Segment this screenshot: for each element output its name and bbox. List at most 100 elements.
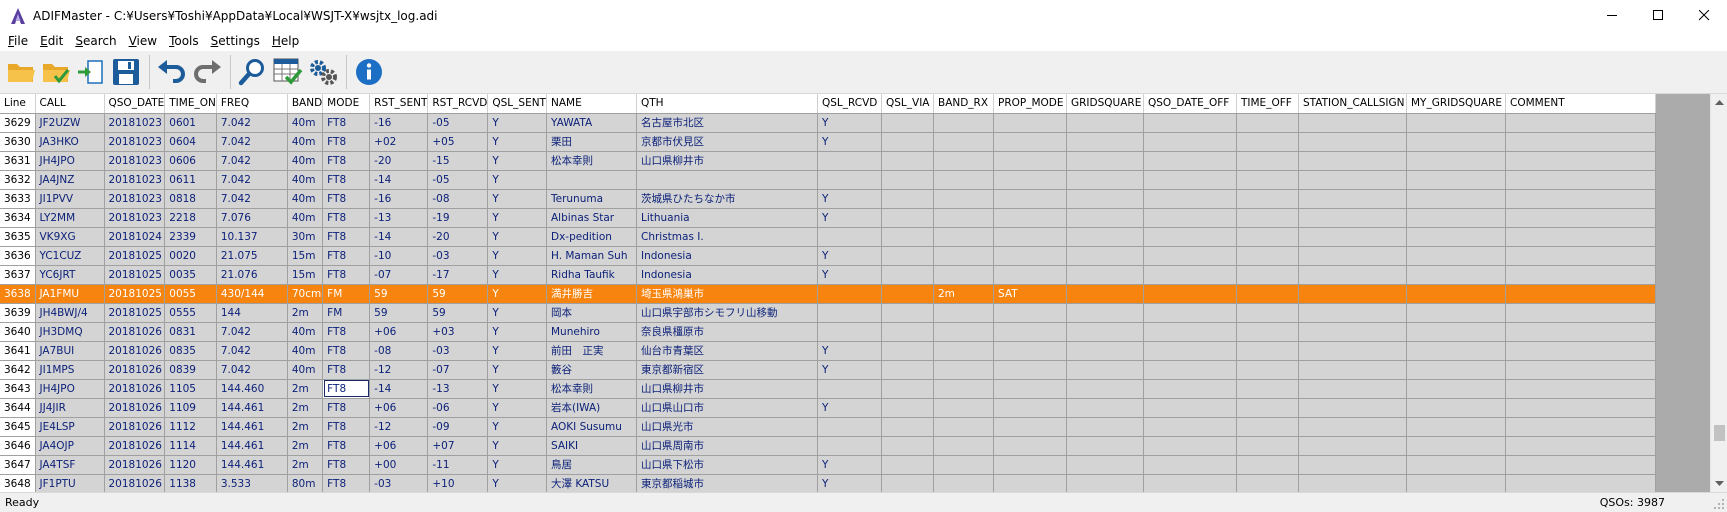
cell-band[interactable]: 40m: [287, 151, 324, 171]
cell-qsl-rcvd[interactable]: [817, 322, 882, 342]
cell-qsl-rcvd[interactable]: [817, 170, 882, 190]
cell-time-on[interactable]: 0835: [164, 341, 217, 361]
cell-qso-date[interactable]: 20181023: [104, 208, 166, 228]
cell-rst-rcvd[interactable]: -03: [427, 246, 489, 266]
cell-mode[interactable]: FM: [322, 284, 371, 304]
cell-rst-sent[interactable]: -12: [369, 360, 429, 380]
open-verified-button[interactable]: [39, 54, 73, 90]
cell-qsl-rcvd[interactable]: Y: [817, 265, 882, 285]
cell-qsl-rcvd[interactable]: Y: [817, 455, 882, 475]
cell-time-on[interactable]: 1120: [164, 455, 217, 475]
cell-comment[interactable]: [1505, 246, 1656, 266]
cell-qsl-sent[interactable]: Y: [487, 303, 547, 323]
cell-call[interactable]: JA4JNZ: [35, 170, 105, 190]
cell-comment[interactable]: [1505, 284, 1656, 304]
cell-prop-mode[interactable]: [993, 474, 1067, 492]
cell-qsl-via[interactable]: [881, 398, 934, 418]
cell-call[interactable]: YC1CUZ: [35, 246, 105, 266]
cell-qso-date[interactable]: 20181026: [104, 360, 166, 380]
cell-my-gridsquare[interactable]: [1406, 208, 1506, 228]
cell-band-rx[interactable]: [933, 132, 994, 152]
cell-rst-sent[interactable]: -14: [369, 227, 429, 247]
cell-qso-date-off[interactable]: [1143, 151, 1237, 171]
cell-qth[interactable]: 奈良県橿原市: [636, 322, 818, 342]
cell-gridsquare[interactable]: [1066, 227, 1144, 247]
cell-band-rx[interactable]: [933, 322, 994, 342]
table-row[interactable]: 3638 JA1FMU 20181025 0055 430/144 70cm FM 59 59 Y…: [0, 284, 1656, 304]
cell-my-gridsquare[interactable]: [1406, 455, 1506, 475]
column-header-qsl-via[interactable]: QSL_VIA: [881, 94, 934, 114]
cell-rst-rcvd[interactable]: -05: [427, 170, 489, 190]
cell-qth[interactable]: Indonesia: [636, 265, 818, 285]
cell-name[interactable]: 大澤 KATSU: [546, 474, 637, 492]
cell-my-gridsquare[interactable]: [1406, 360, 1506, 380]
cell-rst-sent[interactable]: -07: [369, 265, 429, 285]
cell-rst-rcvd[interactable]: -13: [427, 379, 489, 399]
cell-mode[interactable]: FT8: [322, 208, 371, 228]
cell-rst-sent[interactable]: +06: [369, 436, 429, 456]
cell-time-on[interactable]: 0055: [164, 284, 217, 304]
resize-grip-icon[interactable]: [1713, 498, 1725, 510]
cell-my-gridsquare[interactable]: [1406, 303, 1506, 323]
cell-rst-rcvd[interactable]: 59: [427, 303, 489, 323]
cell-line[interactable]: 3640: [0, 322, 36, 342]
cell-qso-date[interactable]: 20181026: [104, 455, 166, 475]
cell-call[interactable]: JF1PTU: [35, 474, 105, 492]
cell-qso-date-off[interactable]: [1143, 322, 1237, 342]
column-header-time-on[interactable]: TIME_ON: [164, 94, 217, 114]
cell-rst-sent[interactable]: 59: [369, 284, 429, 304]
cell-prop-mode[interactable]: [993, 246, 1067, 266]
cell-time-off[interactable]: [1236, 208, 1299, 228]
cell-name[interactable]: 満井勝吉: [546, 284, 637, 304]
cell-qso-date-off[interactable]: [1143, 474, 1237, 492]
cell-qso-date-off[interactable]: [1143, 170, 1237, 190]
cell-rst-rcvd[interactable]: -08: [427, 189, 489, 209]
cell-qsl-rcvd[interactable]: Y: [817, 398, 882, 418]
cell-station-callsign[interactable]: [1298, 170, 1407, 190]
cell-rst-sent[interactable]: +06: [369, 322, 429, 342]
info-button[interactable]: [352, 54, 386, 90]
cell-time-on[interactable]: 1109: [164, 398, 217, 418]
cell-name[interactable]: 鳥居: [546, 455, 637, 475]
cell-station-callsign[interactable]: [1298, 189, 1407, 209]
cell-name[interactable]: Terunuma: [546, 189, 637, 209]
cell-gridsquare[interactable]: [1066, 208, 1144, 228]
cell-qso-date-off[interactable]: [1143, 227, 1237, 247]
cell-name[interactable]: AOKI Susumu: [546, 417, 637, 437]
cell-mode[interactable]: FT8: [322, 417, 371, 437]
cell-name[interactable]: Albinas Star: [546, 208, 637, 228]
cell-call[interactable]: JH4BWJ/4: [35, 303, 105, 323]
table-row[interactable]: 3648 JF1PTU 20181026 1138 3.533 80m FT8 -03 +10 Y…: [0, 474, 1656, 492]
cell-station-callsign[interactable]: [1298, 417, 1407, 437]
cell-call[interactable]: JA7BUI: [35, 341, 105, 361]
cell-station-callsign[interactable]: [1298, 360, 1407, 380]
cell-band-rx[interactable]: [933, 474, 994, 492]
cell-qso-date[interactable]: 20181026: [104, 398, 166, 418]
cell-freq[interactable]: 21.076: [216, 265, 288, 285]
cell-gridsquare[interactable]: [1066, 455, 1144, 475]
column-header-qsl-rcvd[interactable]: QSL_RCVD: [817, 94, 882, 114]
cell-time-on[interactable]: 2339: [164, 227, 217, 247]
cell-gridsquare[interactable]: [1066, 417, 1144, 437]
cell-qsl-rcvd[interactable]: Y: [817, 113, 882, 133]
cell-station-callsign[interactable]: [1298, 379, 1407, 399]
cell-name[interactable]: 籔谷: [546, 360, 637, 380]
cell-mode[interactable]: FT8: [322, 360, 371, 380]
cell-mode[interactable]: FT8: [322, 341, 371, 361]
undo-button[interactable]: [155, 54, 189, 90]
cell-prop-mode[interactable]: [993, 398, 1067, 418]
menu-tools[interactable]: Tools: [163, 31, 205, 51]
column-header-name[interactable]: NAME: [546, 94, 637, 114]
cell-freq[interactable]: 7.042: [216, 360, 288, 380]
cell-call[interactable]: VK9XG: [35, 227, 105, 247]
cell-freq[interactable]: 7.042: [216, 170, 288, 190]
cell-band-rx[interactable]: [933, 455, 994, 475]
cell-prop-mode[interactable]: [993, 417, 1067, 437]
cell-rst-sent[interactable]: +06: [369, 398, 429, 418]
redo-button[interactable]: [190, 54, 224, 90]
cell-my-gridsquare[interactable]: [1406, 189, 1506, 209]
cell-mode[interactable]: FT8: [322, 246, 371, 266]
cell-qsl-sent[interactable]: Y: [487, 436, 547, 456]
cell-name[interactable]: [546, 170, 637, 190]
table-row[interactable]: 3636 YC1CUZ 20181025 0020 21.075 15m FT8 -10 -03…: [0, 246, 1656, 266]
